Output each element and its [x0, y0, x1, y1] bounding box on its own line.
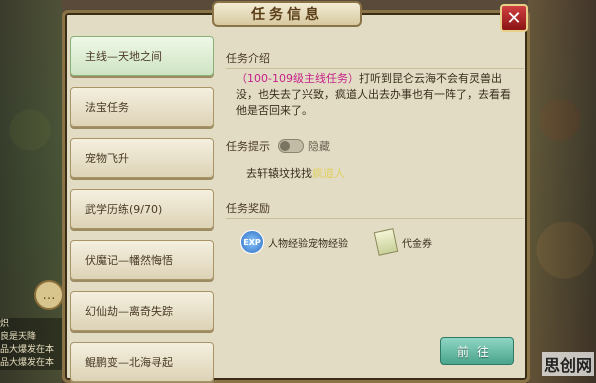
quest-item-label: 幻仙劫—离奇失踪 [85, 305, 173, 318]
reward-coupon-label: 代金券 [402, 238, 432, 250]
quest-item-martial-training[interactable]: 武学历练(9/70) [70, 189, 214, 229]
world-right-scene [528, 0, 596, 383]
reward-exp: EXP 人物经验宠物经验 [240, 230, 348, 254]
quest-item-demon-record[interactable]: 伏魔记—幡然悔悟 [70, 240, 214, 280]
hint-text: 去轩辕坟找找疯道人 [246, 165, 345, 181]
hint-header-row: 任务提示 隐藏 [226, 138, 330, 154]
reward-exp-label: 人物经验宠物经验 [268, 238, 348, 250]
quest-item-label: 鲲鹏变—北海寻起 [85, 356, 173, 369]
hint-heading: 任务提示 [226, 140, 270, 153]
reward-coupon: 代金券 [373, 228, 432, 256]
chat-line: 品大爆发在本 [0, 358, 55, 368]
quest-item-treasure[interactable]: 法宝任务 [70, 87, 214, 127]
quest-item-label: 武学历练(9/70) [85, 203, 163, 216]
hint-target-link[interactable]: 疯道人 [312, 167, 345, 180]
close-icon: ✕ [506, 7, 522, 29]
intro-heading: 任务介绍 [226, 50, 524, 69]
exp-icon: EXP [240, 230, 264, 254]
hint-toggle-label: 隐藏 [308, 140, 330, 153]
quest-item-pet-ascend[interactable]: 宠物飞升 [70, 138, 214, 178]
quest-item-label: 伏魔记—幡然悔悟 [85, 254, 173, 267]
quest-level-tag: （100-109级主线任务） [236, 72, 359, 85]
chat-line: 炽 [0, 319, 10, 329]
go-to-button[interactable]: 前往 [440, 337, 514, 365]
quest-item-label: 法宝任务 [85, 101, 129, 114]
quest-detail-panel: 任务介绍 （100-109级主线任务）打听到昆仑云海不会有灵兽出没，也失去了兴致… [226, 40, 524, 370]
quest-item-main[interactable]: 主线—天地之间 [70, 36, 214, 76]
quest-item-label: 宠物飞升 [85, 152, 129, 165]
quest-list: 主线—天地之间 法宝任务 宠物飞升 武学历练(9/70) 伏魔记—幡然悔悟 幻仙… [70, 30, 216, 383]
chat-log: 炽 良是天降 品大爆发在本 品大爆发在本 [0, 318, 62, 370]
chat-bubble-icon[interactable]: … [34, 280, 64, 310]
hint-visibility-toggle[interactable] [278, 139, 304, 153]
quest-item-label: 主线—天地之间 [85, 50, 162, 63]
quest-description: （100-109级主线任务）打听到昆仑云海不会有灵兽出没，也失去了兴致，疯道人出… [236, 71, 518, 119]
chat-line: 良是天降 [0, 332, 37, 342]
coupon-icon [373, 228, 399, 256]
close-button[interactable]: ✕ [500, 4, 528, 32]
quest-item-kunpeng[interactable]: 鲲鹏变—北海寻起 [70, 342, 214, 382]
chat-line: 品大爆发在本 [0, 345, 55, 355]
window-title: 任务信息 [212, 1, 362, 27]
site-watermark: 思创网 [542, 352, 595, 376]
rewards-heading: 任务奖励 [226, 200, 524, 219]
hint-prefix: 去轩辕坟找找 [246, 167, 312, 180]
quest-item-immortal-trial[interactable]: 幻仙劫—离奇失踪 [70, 291, 214, 331]
